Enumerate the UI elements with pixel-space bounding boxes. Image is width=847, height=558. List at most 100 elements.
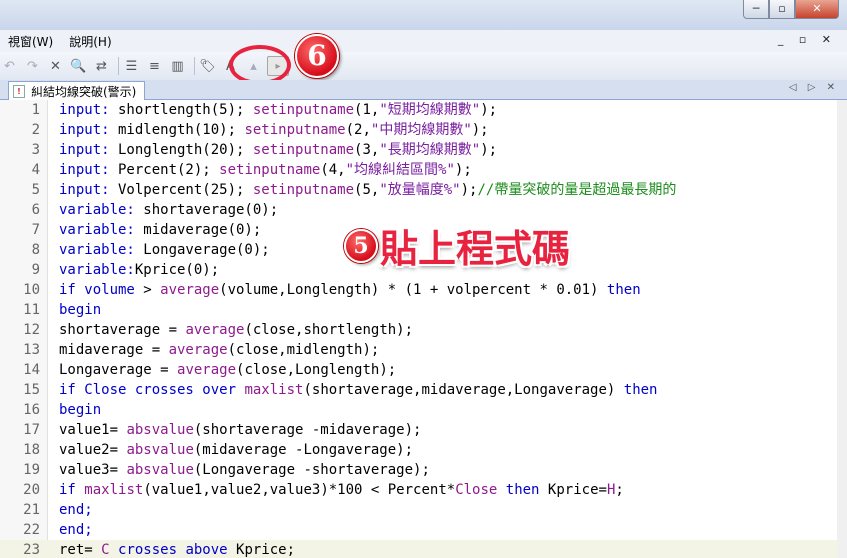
line-number: 1 [31,102,40,118]
line-number: 3 [31,142,40,158]
code-editor[interactable]: 1 input: shortlength(5); setinputname(1,"… [0,100,847,558]
undo-icon[interactable]: ↶ [0,57,19,76]
tag-icon[interactable]: 🏷 [198,57,217,76]
line-text: Longaverage = average(close,Longlength); [59,362,397,378]
align-center-icon[interactable]: ≡ [145,57,164,76]
line-number: 19 [23,462,40,478]
window-title-bar: ─ ▫ ✕ [0,0,847,30]
redo-icon[interactable]: ↷ [23,57,42,76]
code-line: 5 input: Volpercent(25); setinputname(5,"… [0,180,847,200]
script-file-icon: ! [13,84,25,98]
line-number: 5 [31,182,40,198]
line-text: end; [59,522,93,538]
minimize-button[interactable]: ─ [743,0,769,19]
code-line: 20 if maxlist(value1,value2,value3)*100 <… [0,480,847,500]
code-line: 18 value2= absvalue(midaverage -Longavera… [0,440,847,460]
code-line: 16 begin [0,400,847,420]
step-badge-6: 6 [295,34,339,78]
find-icon[interactable]: 🔍 [69,57,88,76]
line-number: 20 [23,482,40,498]
delete-icon[interactable]: ✕ [46,57,65,76]
highlight-ring [229,45,291,85]
code-line: 3 input: Longlength(20); setinputname(3,"… [0,140,847,160]
line-text: input: midlength(10); setinputname(2,"中期… [59,122,489,138]
line-number: 22 [23,522,40,538]
line-number: 17 [23,422,40,438]
toolbar-separator [194,57,195,75]
document-tab-strip: ! 糾結均線突破(警示) ◁ ▷ ✕ [0,80,847,100]
line-number: 4 [31,162,40,178]
window-controls: ─ ▫ ✕ [743,0,839,19]
toolbar-separator [118,57,119,75]
close-button[interactable]: ✕ [795,0,839,19]
code-line: 11 begin [0,300,847,320]
line-number: 16 [23,402,40,418]
document-tab-label: 糾結均線突破(警示) [31,84,137,99]
line-text: begin [59,402,102,418]
line-number: 13 [23,342,40,358]
code-line: 15 if Close crosses over maxlist(shortave… [0,380,847,400]
vertical-scrollbar[interactable] [837,100,847,558]
code-line: 13 midaverage = average(close,midlength); [0,340,847,360]
line-number: 6 [31,202,40,218]
line-number: 14 [23,362,40,378]
line-text: input: Percent(2); setinputname(4,"均線糾結區… [59,162,472,178]
line-text: if Close crosses over maxlist(shortavera… [59,382,658,398]
line-number: 9 [31,262,40,278]
code-line: 10 if volume > average(volume,Longlength)… [0,280,847,300]
line-number: 2 [31,122,40,138]
line-text: begin [59,302,102,318]
line-text: input: Longlength(20); setinputname(3,"長… [59,142,498,158]
align-left-icon[interactable]: ☰ [122,57,141,76]
menu-bar: 視窗(W) 說明(H) _ ▫ ✕ [0,30,847,52]
step-badge-5: 5 [344,228,378,263]
code-line: 17 value1= absvalue(shortaverage -midaver… [0,420,847,440]
line-text: end; [59,502,93,518]
line-text: variable: midaverage(0); [59,222,262,238]
line-number: 21 [23,502,40,518]
line-text: value2= absvalue(midaverage -Longaverage… [59,442,414,458]
annotation-paste-code: 5 貼上程式碼 [344,218,570,273]
line-number: 23 [23,542,40,558]
code-line: 12 shortaverage = average(close,shortleng… [0,320,847,340]
line-number: 18 [23,442,40,458]
line-text: if maxlist(value1,value2,value3)*100 < P… [59,482,624,498]
code-line: 19 value3= absvalue(Longaverage -shortave… [0,460,847,480]
line-text: shortaverage = average(close,shortlength… [59,322,414,338]
mdi-child-controls[interactable]: _ ▫ ✕ [778,33,837,46]
line-number: 12 [23,322,40,338]
code-area[interactable]: 1 input: shortlength(5); setinputname(1,"… [0,100,847,558]
line-text: value1= absvalue(shortaverage -midaverag… [59,422,422,438]
line-text: variable: shortaverage(0); [59,202,279,218]
line-text: if volume > average(volume,Longlength) *… [59,282,641,298]
code-line: 4 input: Percent(2); setinputname(4,"均線糾結… [0,160,847,180]
code-line: 2 input: midlength(10); setinputname(2,"中… [0,120,847,140]
line-text: variable:Kprice(0); [59,262,220,278]
code-line: 6 variable: shortaverage(0); [0,200,847,220]
menu-window[interactable]: 視窗(W) [0,33,61,50]
code-line: 21 end; [0,500,847,520]
toolbar: ↶ ↷ ✕ 🔍 ⇄ ☰ ≡ ▥ 🏷 A ▴ ▸ [0,52,847,80]
line-text: midaverage = average(close,midlength); [59,342,380,358]
line-number: 8 [31,242,40,258]
code-line: 14 Longaverage = average(close,Longlength… [0,360,847,380]
line-number: 11 [23,302,40,318]
tab-navigation[interactable]: ◁ ▷ ✕ [789,82,839,93]
line-text: value3= absvalue(Longaverage -shortavera… [59,462,430,478]
document-tab[interactable]: ! 糾結均線突破(警示) [8,81,146,100]
line-text: ret= C crosses above Kprice; [59,542,296,558]
line-text: input: shortlength(5); setinputname(1,"短… [59,102,498,118]
line-number: 7 [31,222,40,238]
code-line: 22 end; [0,520,847,540]
code-line-current: 23 ret= C crosses above Kprice; [0,540,847,558]
columns-icon[interactable]: ▥ [168,57,187,76]
line-number: 15 [23,382,40,398]
line-number: 10 [23,282,40,298]
maximize-button[interactable]: ▫ [769,0,795,19]
line-text: input: Volpercent(25); setinputname(5,"放… [59,182,677,198]
annotation-text: 貼上程式碼 [380,227,571,271]
code-line: 1 input: shortlength(5); setinputname(1,"… [0,100,847,120]
menu-help[interactable]: 說明(H) [61,33,119,50]
line-text: variable: Longaverage(0); [59,242,270,258]
replace-icon[interactable]: ⇄ [92,57,111,76]
